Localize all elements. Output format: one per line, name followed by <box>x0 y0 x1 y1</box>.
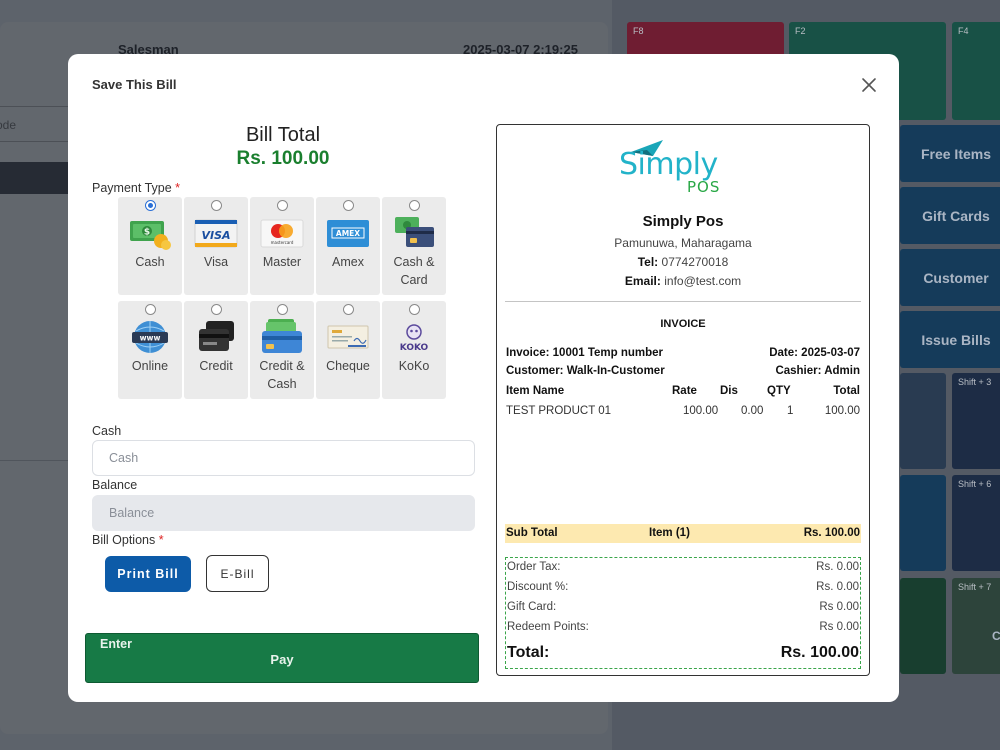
store-tel: Tel: 0774270018 <box>637 255 729 269</box>
col-item-name: Item Name <box>506 385 565 397</box>
item-dis: 0.00 <box>741 405 764 417</box>
visa-icon: VISA <box>194 219 238 248</box>
payment-option-label: KoKo <box>398 359 430 373</box>
payment-option-online[interactable]: www Online <box>118 301 182 399</box>
cash-label: Cash <box>92 424 122 438</box>
svg-text:KOKO: KOKO <box>400 343 429 353</box>
invoice-heading: INVOICE <box>660 318 706 330</box>
order-tax-line: Order Tax: Rs. 0.00 <box>507 561 859 573</box>
item-total: 100.00 <box>824 405 860 417</box>
save-bill-modal: Save This Bill Bill Total Rs. 100.00 Pay… <box>68 54 899 702</box>
cash-input[interactable] <box>92 440 475 476</box>
pay-button-label: Pay <box>270 652 294 667</box>
subtotal-label: Sub Total <box>506 527 558 539</box>
col-dis: Dis <box>720 385 738 397</box>
balance-label: Balance <box>92 478 138 492</box>
radio-cash[interactable] <box>144 200 156 211</box>
svg-text:VISA: VISA <box>201 229 230 242</box>
payment-option-label: Credit <box>199 359 233 373</box>
svg-text:www: www <box>140 334 161 343</box>
payment-option-label: Master <box>262 255 302 269</box>
invoice-cashier: Cashier: Admin <box>775 365 860 377</box>
svg-text:POS: POS <box>687 178 720 196</box>
radio-cheque[interactable] <box>342 304 354 315</box>
radio-visa[interactable] <box>210 200 222 211</box>
amex-icon: AMEX <box>327 220 369 247</box>
bill-total-label: Bill Total <box>245 124 321 146</box>
radio-amex[interactable] <box>342 200 354 211</box>
receipt-divider <box>505 301 861 302</box>
subtotal-value: Rs. 100.00 <box>803 527 860 539</box>
payment-option-master[interactable]: mastercard Master <box>250 197 314 295</box>
radio-credit[interactable] <box>210 304 222 315</box>
store-name: Simply Pos <box>642 213 724 230</box>
invoice-meta-row: Invoice: 10001 Temp number Date: 2025-03… <box>506 347 860 359</box>
pay-shortcut-hint: Enter <box>100 637 132 651</box>
payment-option-label: Credit & Cash <box>259 359 305 391</box>
payment-option-cash-card[interactable]: Cash & Card <box>382 197 446 295</box>
payment-option-amex[interactable]: AMEX Amex <box>316 197 380 295</box>
redeem-points-line: Redeem Points: Rs 0.00 <box>507 621 859 633</box>
payment-option-cash[interactable]: $ Cash <box>118 197 182 295</box>
modal-title: Save This Bill <box>92 77 177 92</box>
col-rate: Rate <box>672 385 697 397</box>
cash-icon: $ <box>130 221 171 250</box>
bill-options-label: Bill Options * <box>92 533 164 547</box>
store-email: Email: info@test.com <box>624 274 742 288</box>
payment-option-visa[interactable]: VISA Visa <box>184 197 248 295</box>
credit-cash-icon <box>262 319 302 353</box>
summary-box: Order Tax: Rs. 0.00 Discount %: Rs. 0.00 G… <box>505 557 861 669</box>
svg-text:AMEX: AMEX <box>336 229 360 238</box>
payment-option-label: Visa <box>203 255 229 269</box>
payment-type-label: Payment Type * <box>92 181 181 195</box>
store-address: Pamunuwa, Maharagama <box>614 236 752 250</box>
payment-option-label: Cash <box>135 255 165 269</box>
payment-option-credit-cash[interactable]: Credit & Cash <box>250 301 314 399</box>
bill-total-amount: Rs. 100.00 <box>236 148 330 169</box>
invoice-number: Invoice: 10001 Temp number <box>506 347 664 359</box>
invoice-date: Date: 2025-03-07 <box>769 347 860 359</box>
cash-card-icon <box>395 217 434 247</box>
svg-text:mastercard: mastercard <box>271 240 294 245</box>
radio-credit-cash[interactable] <box>276 304 288 315</box>
radio-koko[interactable] <box>408 304 420 315</box>
subtotal-bar: Sub Total Item (1) Rs. 100.00 <box>505 524 861 543</box>
invoice-customer: Customer: Walk-In-Customer <box>506 365 665 377</box>
globe-icon: www <box>132 321 168 353</box>
koko-icon: KOKO <box>400 324 429 353</box>
item-rate: 100.00 <box>683 405 719 417</box>
payment-option-label: Cash & Card <box>393 255 435 287</box>
simply-pos-logo: Simply POS <box>619 140 720 196</box>
item-qty: 1 <box>787 405 794 417</box>
payment-option-label: Amex <box>332 255 364 269</box>
ebill-button[interactable]: E-Bill <box>206 555 269 592</box>
print-bill-button[interactable]: Print Bill <box>105 556 191 592</box>
item-name: TEST PRODUCT 01 <box>506 405 612 417</box>
item-count: Item (1) <box>649 527 690 539</box>
mastercard-icon: mastercard <box>260 219 304 248</box>
receipt-preview: Simply POS Simply Pos Pamunuwa, Maharaga… <box>496 124 870 676</box>
balance-input <box>92 495 475 531</box>
pay-button[interactable]: Enter Pay <box>85 633 479 683</box>
svg-text:$: $ <box>144 228 150 238</box>
svg-text:Simply: Simply <box>619 147 718 182</box>
gift-card-line: Gift Card: Rs 0.00 <box>507 601 859 613</box>
payment-option-koko[interactable]: KOKO KoKo <box>382 301 446 399</box>
invoice-meta-row: Customer: Walk-In-Customer Cashier: Admi… <box>506 365 860 377</box>
discount-line: Discount %: Rs. 0.00 <box>507 581 859 593</box>
col-qty: QTY <box>767 385 791 397</box>
radio-cash-card[interactable] <box>408 200 420 211</box>
payment-option-credit[interactable]: Credit <box>184 301 248 399</box>
payment-option-label: Cheque <box>326 359 370 373</box>
close-icon <box>862 78 876 92</box>
close-button[interactable] <box>858 74 880 96</box>
radio-online[interactable] <box>144 304 156 315</box>
payment-option-cheque[interactable]: Cheque <box>316 301 380 399</box>
credit-icon <box>199 321 234 351</box>
payment-option-label: Online <box>131 359 169 373</box>
cheque-icon <box>327 325 369 349</box>
col-total: Total <box>833 385 860 397</box>
grand-total-line: Total: Rs. 100.00 <box>507 644 859 661</box>
radio-master[interactable] <box>276 200 288 211</box>
